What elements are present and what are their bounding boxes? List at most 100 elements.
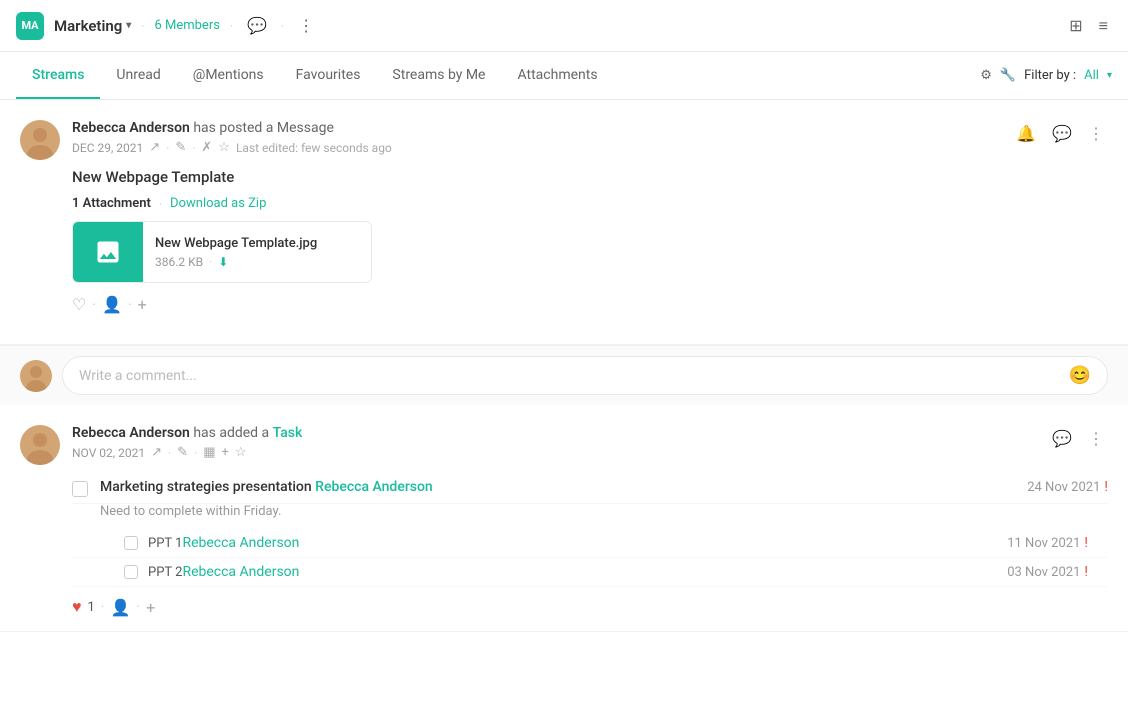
post-author-line-2: Rebecca Anderson has added a Task <box>72 425 302 441</box>
comment-input-wrap-1[interactable]: Write a comment... 😊 <box>62 356 1108 395</box>
reactions-2: ♥ 1 · 👤 · + <box>72 587 1108 631</box>
add-reaction-btn-2[interactable]: 👤 <box>110 598 130 617</box>
members-link[interactable]: 6 Members <box>154 18 219 33</box>
download-small-icon[interactable]: ⬇ <box>218 255 228 269</box>
task-checkbox-main[interactable] <box>72 481 88 497</box>
reactions-1: ♡ · 👤 · + <box>72 295 1108 314</box>
post-content-1: New Webpage Template 1 Attachment · Down… <box>72 168 1108 283</box>
chat-icon[interactable]: 💬 <box>243 12 271 39</box>
post-action-2: has added a <box>193 425 272 441</box>
workspace-name[interactable]: Marketing ▾ <box>54 17 131 35</box>
comment-avatar-1 <box>20 360 52 392</box>
emoji-icon[interactable]: 😊 <box>1069 365 1091 386</box>
task-type-link[interactable]: Task <box>273 425 303 441</box>
avatar-2 <box>20 425 60 465</box>
sub-task-checkbox-2[interactable] <box>124 565 138 579</box>
add-reaction-btn[interactable]: 👤 <box>102 295 122 314</box>
more-options-icon[interactable]: ⋮ <box>294 12 318 39</box>
main-task-item: Marketing strategies presentation Rebecc… <box>72 473 1108 504</box>
tab-streams-by-me[interactable]: Streams by Me <box>376 53 501 99</box>
post-action-1: has posted a Message <box>193 120 334 136</box>
post-date-line-1: DEC 29, 2021 ↗ · ✎ · ✗ ☆ Last edited: fe… <box>72 140 392 155</box>
task-icon-2[interactable]: ▦ <box>203 445 215 460</box>
grid-view-icon[interactable]: ⊞ <box>1065 12 1086 39</box>
comment-area-1: Write a comment... 😊 <box>0 345 1128 405</box>
download-link-1[interactable]: Download as Zip <box>170 196 266 211</box>
priority-icon: ! <box>1104 479 1108 495</box>
post-date-2: NOV 02, 2021 <box>72 446 145 460</box>
tab-streams[interactable]: Streams <box>16 53 100 99</box>
external-link-icon[interactable]: ↗ <box>149 140 160 155</box>
task-title: Marketing strategies presentation <box>100 479 312 495</box>
post-title-1: New Webpage Template <box>72 168 1108 186</box>
menu-icon[interactable]: ≡ <box>1095 12 1112 40</box>
header-left: MA Marketing ▾ · 6 Members · 💬 · ⋮ <box>16 12 318 40</box>
edit-icon[interactable]: ✎ <box>175 140 186 155</box>
post-actions-1: 🔔 💬 ⋮ <box>1012 120 1108 147</box>
more-options-icon-post-2[interactable]: ⋮ <box>1084 425 1108 452</box>
post-actions-2: 💬 ⋮ <box>1048 425 1108 452</box>
priority-icon-sub-1: ! <box>1084 535 1088 551</box>
tabs-list: Streams Unread @Mentions Favourites Stre… <box>16 53 614 98</box>
attachment-card-1[interactable]: New Webpage Template.jpg 386.2 KB · ⬇ <box>72 221 372 283</box>
chevron-down-icon: ▾ <box>126 20 131 31</box>
dislike-icon[interactable]: ✗ <box>201 140 212 155</box>
filter-chevron-icon[interactable]: ▾ <box>1107 70 1112 81</box>
header: MA Marketing ▾ · 6 Members · 💬 · ⋮ ⊞ ≡ <box>0 0 1128 52</box>
attachment-size-line-1: 386.2 KB · ⬇ <box>155 255 359 269</box>
filter-area: ⚙ 🔧 Filter by : All ▾ <box>980 68 1112 83</box>
sub-task-assignee-1[interactable]: Rebecca Anderson <box>182 535 299 551</box>
attachment-thumb-1 <box>73 222 143 282</box>
workspace-badge: MA <box>16 12 44 40</box>
comment-icon-2[interactable]: 💬 <box>1048 425 1076 452</box>
sub-task-checkbox-1[interactable] <box>124 536 138 550</box>
filter-value[interactable]: All <box>1084 68 1099 83</box>
post-card-1: Rebecca Anderson has posted a Message DE… <box>0 100 1128 345</box>
attachment-name-1: New Webpage Template.jpg <box>155 236 359 251</box>
tab-unread[interactable]: Unread <box>100 53 176 99</box>
task-assignee[interactable]: Rebecca Anderson <box>315 479 433 495</box>
remind-icon[interactable]: 🔔 <box>1012 120 1040 147</box>
post-meta-1: Rebecca Anderson has posted a Message DE… <box>72 120 392 155</box>
add-icon-2[interactable]: + <box>222 445 229 460</box>
more-reaction-btn[interactable]: + <box>138 295 147 314</box>
more-options-icon-post[interactable]: ⋮ <box>1084 120 1108 147</box>
heart-reaction-btn[interactable]: ♡ <box>72 295 86 314</box>
task-date: 24 Nov 2021 ! <box>1027 479 1108 495</box>
filter-settings-icon: 🔧 <box>1000 68 1016 83</box>
content-area: Rebecca Anderson has posted a Message DE… <box>0 100 1128 632</box>
workspace-title: Marketing <box>54 17 122 35</box>
comment-icon[interactable]: 💬 <box>1048 120 1076 147</box>
tab-attachments[interactable]: Attachments <box>501 53 613 99</box>
header-right: ⊞ ≡ <box>1065 12 1112 40</box>
edit-icon-2[interactable]: ✎ <box>177 445 188 460</box>
tab-mentions[interactable]: @Mentions <box>177 53 280 99</box>
post-header-left-2: Rebecca Anderson has added a Task NOV 02… <box>20 425 302 465</box>
attachment-info-1: New Webpage Template.jpg 386.2 KB · ⬇ <box>143 228 371 277</box>
more-reaction-btn-2[interactable]: + <box>146 598 155 617</box>
priority-icon-sub-2: ! <box>1084 564 1088 580</box>
task-container: Marketing strategies presentation Rebecc… <box>72 473 1108 587</box>
star-icon[interactable]: ☆ <box>218 140 230 155</box>
star-icon-2[interactable]: ☆ <box>235 445 247 460</box>
filter-label: Filter by : <box>1024 68 1076 83</box>
post-author-line-1: Rebecca Anderson has posted a Message <box>72 120 392 136</box>
separator-dot2: · <box>230 19 233 33</box>
sub-task-date-1: 11 Nov 2021 ! <box>1007 535 1088 551</box>
attachment-count-1: 1 Attachment <box>72 196 151 211</box>
heart-filled-icon[interactable]: ♥ <box>72 597 82 617</box>
sub-task-assignee-2[interactable]: Rebecca Anderson <box>182 564 299 580</box>
post-date-1: DEC 29, 2021 <box>72 141 143 155</box>
sub-task-name-2: PPT 2 <box>148 565 182 580</box>
external-link-icon-2[interactable]: ↗ <box>151 445 162 460</box>
sub-task-1: PPT 1 Rebecca Anderson 11 Nov 2021 ! <box>72 529 1108 558</box>
sub-task-date-2: 03 Nov 2021 ! <box>1007 564 1088 580</box>
sub-task-name-1: PPT 1 <box>148 536 182 551</box>
post-header-1: Rebecca Anderson has posted a Message DE… <box>20 120 1108 160</box>
separator-dot3: · <box>281 19 284 33</box>
tabs-bar: Streams Unread @Mentions Favourites Stre… <box>0 52 1128 100</box>
tab-favourites[interactable]: Favourites <box>280 53 377 99</box>
comment-placeholder-1: Write a comment... <box>79 368 197 384</box>
avatar-1 <box>20 120 60 160</box>
post-author-2: Rebecca Anderson <box>72 425 190 441</box>
